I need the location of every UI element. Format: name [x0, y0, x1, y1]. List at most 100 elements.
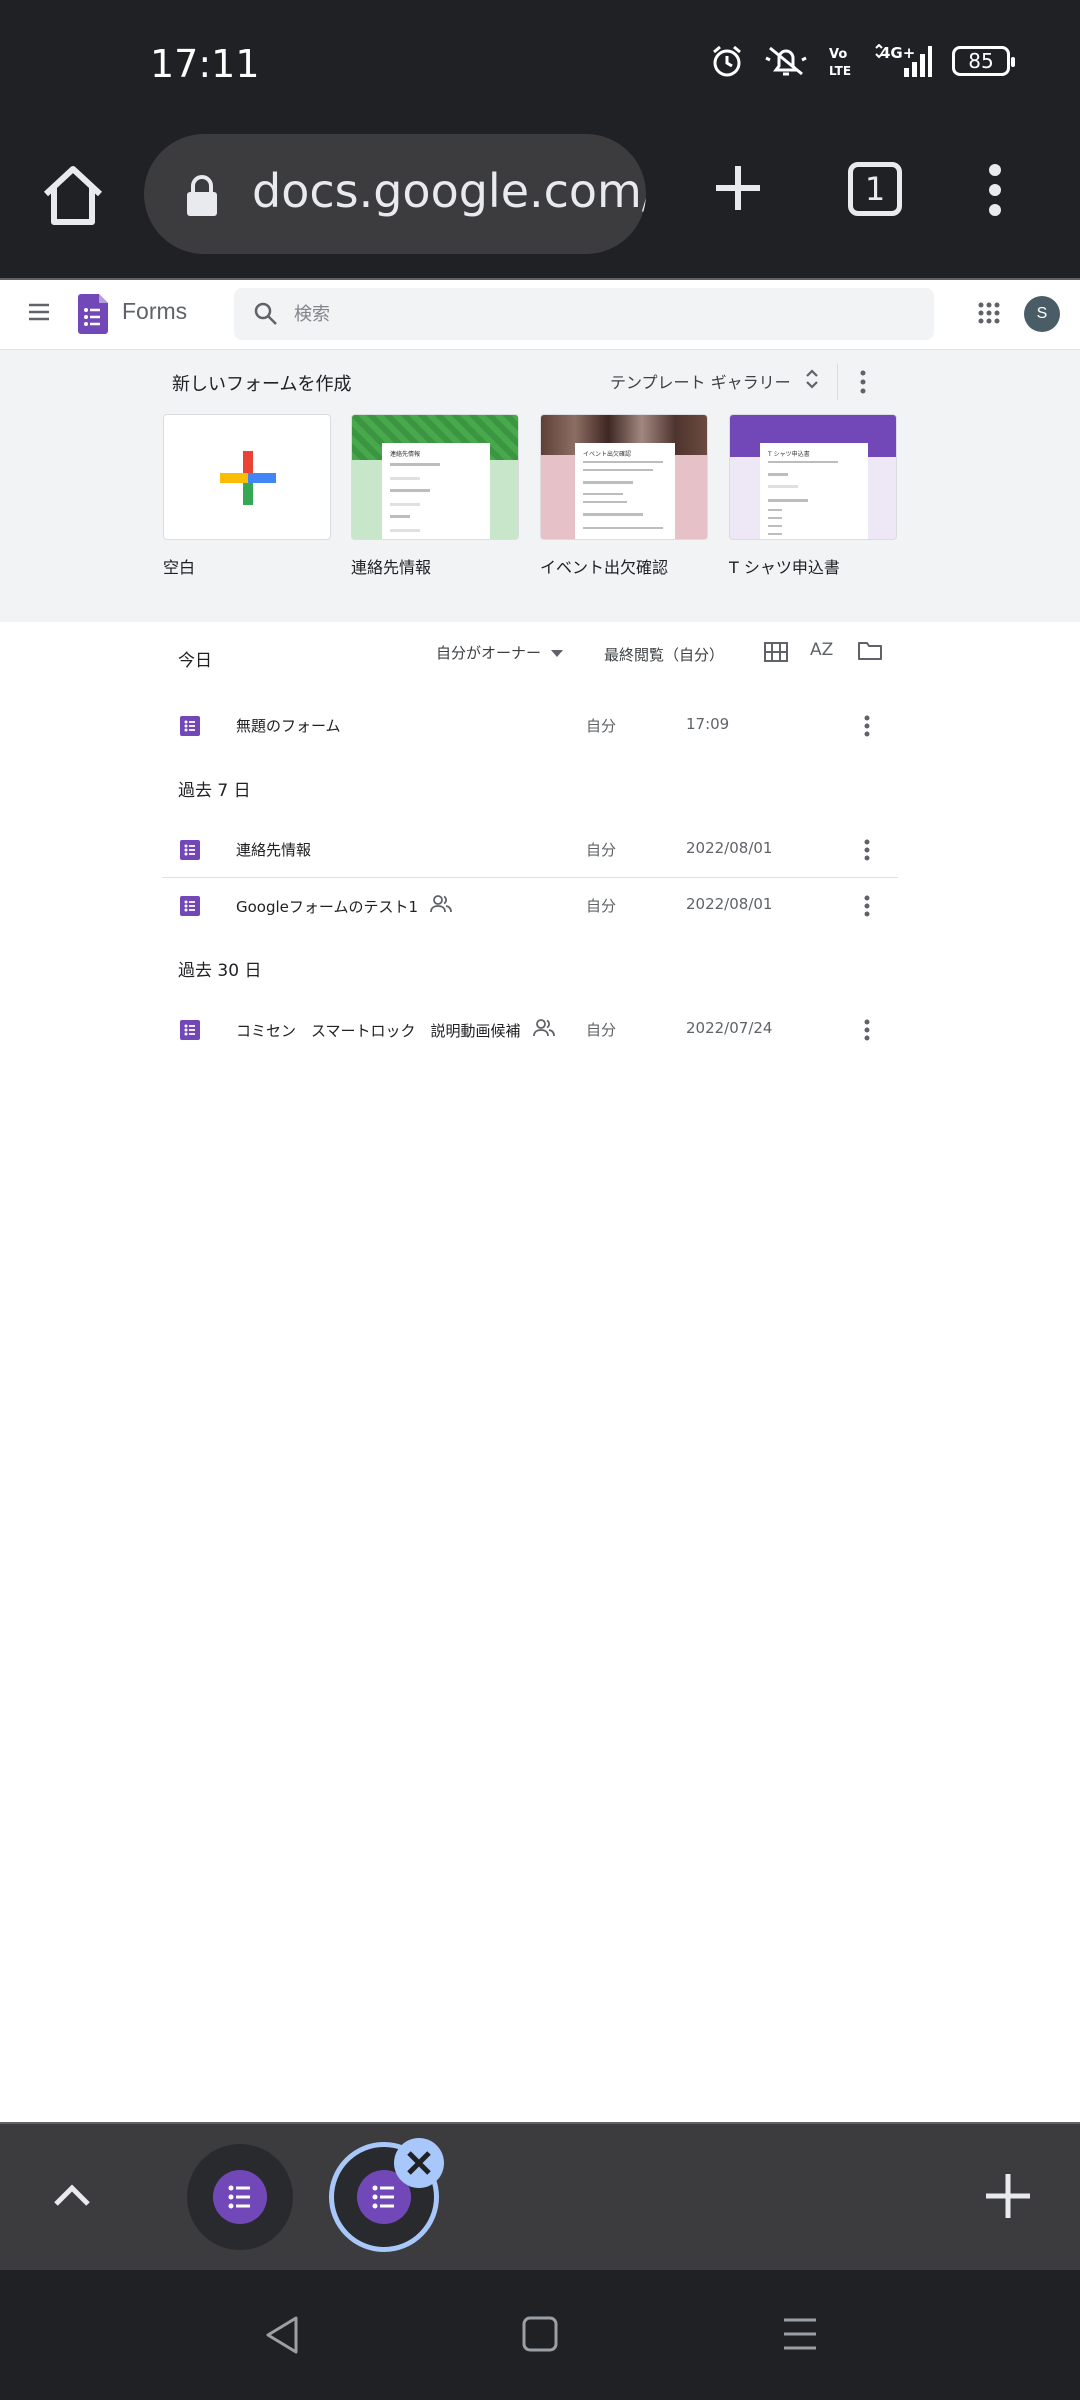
- new-form-heading: 新しいフォームを作成: [172, 374, 352, 395]
- search-icon: [254, 302, 278, 330]
- forms-tab-icon: [213, 2170, 267, 2224]
- more-vert-icon[interactable]: [862, 838, 872, 866]
- new-tab-button[interactable]: [710, 160, 766, 216]
- owner-filter-label: 自分がオーナー: [436, 644, 542, 662]
- forms-logo-icon[interactable]: [78, 294, 108, 338]
- list-toolbar: 今日 自分がオーナー 最終閲覧（自分） AZ: [0, 622, 1080, 702]
- google-apps-icon[interactable]: [978, 302, 1000, 328]
- file-row[interactable]: Googleフォームのテスト1 自分 2022/08/01: [162, 878, 898, 934]
- plus-color-icon: [220, 451, 276, 505]
- search-input[interactable]: [294, 288, 894, 340]
- home-button[interactable]: [38, 160, 108, 230]
- template-gallery-label: テンプレート ギャラリー: [610, 373, 791, 392]
- file-name-wrapper: Googleフォームのテスト1: [236, 895, 452, 917]
- file-name-wrapper: コミセン スマートロック 説明動画候補: [236, 1019, 555, 1041]
- shared-icon: [532, 1019, 555, 1041]
- template-label: 空白: [163, 558, 196, 577]
- template-blank[interactable]: 空白: [163, 414, 333, 578]
- form-file-icon: [180, 1020, 200, 1044]
- template-gallery-button[interactable]: テンプレート ギャラリー: [610, 368, 819, 394]
- file-owner: 自分: [586, 897, 617, 915]
- template-thumbnail: 連絡先情報: [351, 414, 519, 540]
- shared-icon: [430, 895, 452, 917]
- home-square-icon[interactable]: [522, 2316, 558, 2356]
- template-tshirt-order[interactable]: T シャツ申込書 T シャツ申込書: [729, 414, 899, 578]
- form-file-icon: [180, 840, 200, 864]
- unfold-icon: [805, 368, 819, 394]
- home-icon: [43, 166, 103, 225]
- template-thumbnail: イベント出欠確認: [540, 414, 708, 540]
- recents-icon[interactable]: [780, 2314, 820, 2358]
- file-owner: 自分: [586, 717, 617, 735]
- template-event-rsvp[interactable]: イベント出欠確認 イベント出欠確認: [540, 414, 710, 578]
- app-title: Forms: [122, 298, 188, 324]
- back-icon[interactable]: [262, 2314, 302, 2360]
- more-vert-icon[interactable]: [862, 1018, 872, 1046]
- grid-view-icon[interactable]: [764, 642, 788, 666]
- file-date: 2022/07/24: [686, 1019, 773, 1037]
- plus-icon: [716, 166, 760, 210]
- form-file-icon: [180, 716, 200, 740]
- file-date: 2022/08/01: [686, 839, 773, 857]
- address-bar[interactable]: docs.google.com/: [144, 134, 646, 254]
- template-label: 連絡先情報: [351, 558, 432, 577]
- section-heading-past-7: 過去 7 日: [178, 781, 251, 801]
- file-row[interactable]: 連絡先情報 自分 2022/08/01: [162, 822, 898, 878]
- template-thumbnail: T シャツ申込書: [729, 414, 897, 540]
- sort-az-icon[interactable]: AZ: [810, 640, 833, 660]
- status-icons: Vo LTE 4G+ 85: [710, 44, 1015, 78]
- file-name: コミセン スマートロック 説明動画候補: [236, 1021, 521, 1040]
- file-row[interactable]: コミセン スマートロック 説明動画候補 自分 2022/07/24: [162, 1002, 898, 1058]
- sort-option[interactable]: 最終閲覧（自分）: [604, 644, 724, 665]
- battery-indicator: 85: [952, 46, 1015, 76]
- dropdown-arrow-icon: [551, 644, 564, 662]
- system-nav-bar: [0, 2270, 1080, 2400]
- file-name: Googleフォームのテスト1: [236, 897, 418, 916]
- gallery-divider: [837, 364, 838, 400]
- template-label: T シャツ申込書: [729, 558, 840, 577]
- file-row[interactable]: 無題のフォーム 自分 17:09: [162, 698, 898, 754]
- svg-text:Vo: Vo: [829, 47, 847, 62]
- template-contact-info[interactable]: 連絡先情報 連絡先情報: [351, 414, 521, 578]
- status-time: 17:11: [150, 42, 260, 86]
- more-vert-icon[interactable]: [858, 370, 868, 398]
- browser-menu-button[interactable]: [980, 160, 1010, 220]
- alarm-icon: [710, 44, 744, 78]
- more-vert-icon[interactable]: [862, 714, 872, 742]
- screen: 17:11 Vo LTE 4G+ 85 docs.google.com/ 1 F…: [0, 0, 1080, 2400]
- file-name: 無題のフォーム: [236, 717, 341, 735]
- url-text: docs.google.com/: [252, 164, 646, 218]
- account-avatar[interactable]: S: [1024, 296, 1060, 332]
- tab-thumbnail[interactable]: [187, 2144, 293, 2250]
- more-vert-icon[interactable]: [862, 894, 872, 922]
- form-file-icon: [180, 896, 200, 920]
- file-name: 連絡先情報: [236, 841, 312, 859]
- close-tab-button[interactable]: [394, 2138, 444, 2188]
- template-label: イベント出欠確認: [540, 558, 669, 577]
- file-owner: 自分: [586, 841, 617, 859]
- lock-icon: [184, 174, 220, 222]
- signal-4g-icon: 4G+: [874, 44, 932, 78]
- section-heading-past-30: 過去 30 日: [178, 961, 262, 981]
- svg-text:LTE: LTE: [829, 64, 851, 78]
- svg-text:4G+: 4G+: [880, 44, 915, 62]
- chevron-up-icon[interactable]: [50, 2174, 94, 2222]
- browser-toolbar: docs.google.com/ 1: [0, 130, 1080, 278]
- forms-header: Forms S: [0, 280, 1080, 350]
- more-vert-icon: [989, 164, 1001, 216]
- bell-off-icon: [764, 44, 808, 78]
- status-bar: 17:11 Vo LTE 4G+ 85: [0, 0, 1080, 130]
- folder-icon[interactable]: [858, 640, 882, 664]
- search-box[interactable]: [234, 288, 934, 340]
- template-thumbnail: [163, 414, 331, 540]
- main-menu-icon[interactable]: [28, 302, 50, 326]
- volte-icon: Vo LTE: [828, 44, 854, 78]
- template-gallery: 新しいフォームを作成 テンプレート ギャラリー 空白 連絡先情報 連絡先情報 イ…: [0, 350, 1080, 622]
- section-heading-today: 今日: [178, 651, 212, 671]
- plus-icon[interactable]: [984, 2172, 1032, 2224]
- file-owner: 自分: [586, 1021, 617, 1039]
- tab-strip: [0, 2122, 1080, 2270]
- tab-switcher-button[interactable]: 1: [848, 162, 902, 216]
- owner-filter-dropdown[interactable]: 自分がオーナー: [436, 642, 564, 663]
- file-date: 2022/08/01: [686, 895, 773, 913]
